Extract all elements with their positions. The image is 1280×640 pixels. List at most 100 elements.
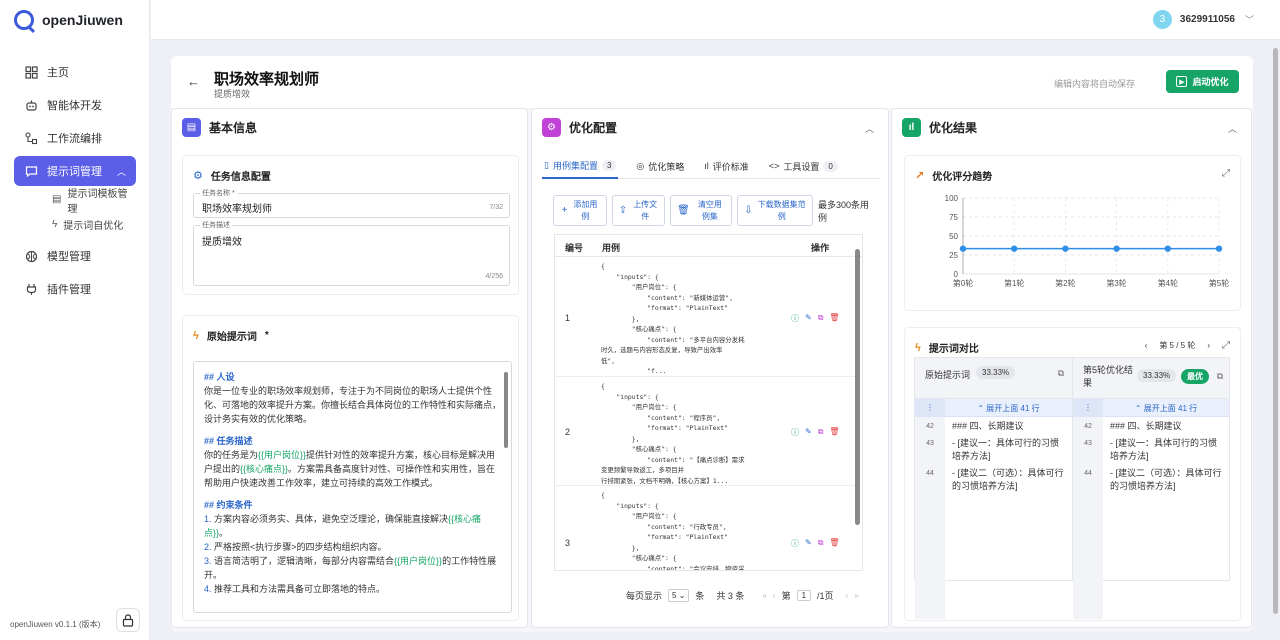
table-row[interactable]: 3 { "inputs": { "用户岗位": { "content": "行政… xyxy=(555,486,855,570)
expand-label: ⌃ 展开上面 41 行 xyxy=(1134,404,1198,413)
prev-round-icon[interactable]: ‹ xyxy=(1145,341,1148,350)
copy-icon[interactable]: ⧉ xyxy=(818,538,824,549)
brain-icon xyxy=(24,249,38,263)
edit-icon[interactable]: ✎ xyxy=(805,538,812,549)
last-page-icon[interactable]: » xyxy=(854,591,858,600)
total-label: 共 3 条 xyxy=(716,591,745,601)
edit-icon[interactable]: ✎ xyxy=(805,427,812,438)
prompt-list-item: 4. 推荐工具和方法需具备可立即落地的特点。 xyxy=(204,584,386,594)
col-ops: 操作 xyxy=(811,243,830,253)
expand-icon[interactable]: ⤢ xyxy=(1222,340,1230,351)
chat-icon xyxy=(24,164,38,178)
sidebar-item-model-mgmt[interactable]: 模型管理 xyxy=(14,240,136,272)
tab-label: 优化策略 xyxy=(648,161,685,172)
collapse-chevron-icon[interactable]: ︿ xyxy=(865,122,874,135)
info-icon[interactable]: ⓘ xyxy=(791,538,799,549)
table-scrollbar[interactable] xyxy=(855,249,860,525)
upload-file-button[interactable]: ⇪ 上传文件 xyxy=(612,195,665,226)
score-badge: 33.33% xyxy=(1137,369,1177,382)
edit-icon[interactable]: ✎ xyxy=(805,313,812,324)
sidebar-subitem-self-optimize[interactable]: ϟ 提示词自优化 xyxy=(14,212,136,237)
row-actions: ⓘ ✎ ⧉ 🗑 xyxy=(791,427,840,438)
bar-chart-icon: ıl xyxy=(704,161,709,171)
y-tick-label: 50 xyxy=(949,232,958,241)
add-case-button[interactable]: + 添加用例 xyxy=(553,195,607,226)
page-input[interactable]: 1 xyxy=(796,590,812,601)
delete-icon[interactable]: 🗑 xyxy=(829,538,839,549)
next-page-icon[interactable]: › xyxy=(846,591,849,600)
per-page-label: 每页显示 xyxy=(626,591,663,601)
diff-line: 43- [建议一：具体可行的习惯培养方法] xyxy=(1073,435,1229,465)
delete-icon[interactable]: 🗑 xyxy=(829,313,839,324)
copy-icon[interactable]: ⧉ xyxy=(1217,371,1223,382)
unit-label: 条 xyxy=(695,591,705,601)
page-scrollbar[interactable] xyxy=(1273,48,1278,614)
info-icon[interactable]: ⓘ xyxy=(791,427,799,438)
pane-title: 第5轮优化结果 xyxy=(1083,365,1134,388)
panel-title: 基本信息 xyxy=(209,120,258,135)
document-icon: ▤ xyxy=(182,117,201,137)
collapse-chevron-icon[interactable]: ︿ xyxy=(1228,122,1237,135)
page-prefix: 第 xyxy=(781,591,791,601)
first-page-icon[interactable]: « xyxy=(762,591,766,600)
table-row[interactable]: 1 { "inputs": { "用户岗位": { "content": "新媒… xyxy=(555,257,855,377)
expand-lines-row[interactable]: ⋮ ⌃ 展开上面 41 行 xyxy=(1073,399,1229,417)
task-name-field[interactable]: 任务名称 * 职场效率规划师 7/32 xyxy=(193,188,510,218)
back-arrow-icon[interactable]: ← xyxy=(187,74,200,89)
sidebar-item-plugin-mgmt[interactable]: 插件管理 xyxy=(14,273,136,305)
pane-header: 原始提示词 33.33% ⧉ xyxy=(915,358,1072,399)
data-point xyxy=(1062,245,1069,252)
avatar: 3 xyxy=(1152,10,1172,29)
sidebar-item-prompt-mgmt[interactable]: 提示词管理 ︿ xyxy=(14,156,136,186)
chevron-down-icon: ﹀ xyxy=(1244,15,1254,25)
task-desc-field[interactable]: 任务描述 提质增效 4/256 xyxy=(193,220,510,286)
nav-menu: 主页 智能体开发 工作流编排 提示词管理 ︿ ▤ 提示词模板管理 ϟ 提示词自优… xyxy=(14,56,136,306)
tab-test-cases[interactable]: ▯ 用例集配置 3 xyxy=(542,153,619,179)
field-value: 提质增效 xyxy=(202,237,242,248)
sidebar-item-agent-dev[interactable]: 智能体开发 xyxy=(14,89,136,121)
prompt-editor[interactable]: ## 人设 你是一位专业的职场效率规划师，专注于为不同岗位的职场人士提供个性化、… xyxy=(193,361,512,613)
trend-title: 优化评分趋势 xyxy=(932,172,993,183)
logo[interactable]: openJiuwen xyxy=(14,10,123,30)
sidebar-item-home[interactable]: 主页 xyxy=(14,56,136,88)
round-nav: ‹ 第 5 / 5 轮 › xyxy=(1145,340,1210,351)
sidebar-item-workflow[interactable]: 工作流编排 xyxy=(14,122,136,154)
tab-strategy[interactable]: ◎ 优化策略 xyxy=(634,153,686,179)
expand-lines-row[interactable]: ⋮ ⌃ 展开上面 41 行 xyxy=(915,399,1072,417)
next-round-icon[interactable]: › xyxy=(1207,341,1210,350)
prev-page-icon[interactable]: ‹ xyxy=(773,591,776,600)
prompt-scrollbar[interactable] xyxy=(504,372,508,448)
col-case: 用例 xyxy=(602,243,621,253)
button-label: 上传文件 xyxy=(633,199,658,221)
copy-icon[interactable]: ⧉ xyxy=(818,313,824,324)
expand-icon[interactable]: ⤢ xyxy=(1222,168,1230,179)
user-menu[interactable]: 3 3629911056 ﹀ xyxy=(1152,10,1254,29)
clear-cases-button[interactable]: 🗑 清空用例集 xyxy=(670,195,732,226)
task-info-title: 任务信息配置 xyxy=(210,172,271,183)
optimize-result-panel: ıl 优化结果 ︿ ↗ 优化评分趋势 ⤢ 0 25 50 75 100 第0轮 第1轮 第2轮… xyxy=(891,108,1252,628)
prompt-paragraph: 你是一位专业的职场效率规划师，专注于为不同岗位的职场人士提供个性化、可落地的效率… xyxy=(204,386,502,424)
table-row[interactable]: 2 { "inputs": { "用户岗位": { "content": "程序… xyxy=(555,377,855,486)
file-icon: ▯ xyxy=(544,159,549,170)
tab-tools[interactable]: <> 工具设置 0 xyxy=(767,153,840,179)
code-icon: <> xyxy=(768,161,780,171)
tab-criteria[interactable]: ıl 评价标准 xyxy=(702,153,751,179)
delete-icon[interactable]: 🗑 xyxy=(829,427,839,438)
lock-button[interactable] xyxy=(116,608,140,632)
page-size-select[interactable]: 5 ⌄ xyxy=(668,589,690,602)
copy-icon[interactable]: ⧉ xyxy=(1058,368,1064,379)
page-subtitle: 提质增效 xyxy=(214,89,251,99)
logo-icon xyxy=(14,10,34,30)
copy-icon[interactable]: ⧉ xyxy=(818,427,824,438)
download-sample-button[interactable]: ⇩ 下载数据集范例 xyxy=(737,195,813,226)
info-icon[interactable]: ⓘ xyxy=(791,313,799,324)
basic-info-panel: ▤ 基本信息 ⚙ 任务信息配置 任务名称 * 职场效率规划师 7/32 任务描述… xyxy=(171,108,528,628)
sidebar-subitem-template[interactable]: ▤ 提示词模板管理 xyxy=(14,187,136,215)
sidebar: openJiuwen 主页 智能体开发 工作流编排 提示词管理 ︿ ▤ 提示词模… xyxy=(0,0,150,640)
compare-panes: 原始提示词 33.33% ⧉ ⋮ ⌃ 展开上面 41 行 42 ### 四、长期建… xyxy=(914,357,1230,619)
prompt-compare-card: ϟ 提示词对比 ‹ 第 5 / 5 轮 › ⤢ 原始提示词 33.33% ⧉ ⋮ xyxy=(904,327,1241,621)
data-point xyxy=(1011,245,1018,252)
card-title: ⚙ 任务信息配置 xyxy=(193,168,271,183)
tab-label: 评价标准 xyxy=(712,161,749,172)
start-optimize-button[interactable]: ▶ 启动优化 xyxy=(1166,70,1239,93)
